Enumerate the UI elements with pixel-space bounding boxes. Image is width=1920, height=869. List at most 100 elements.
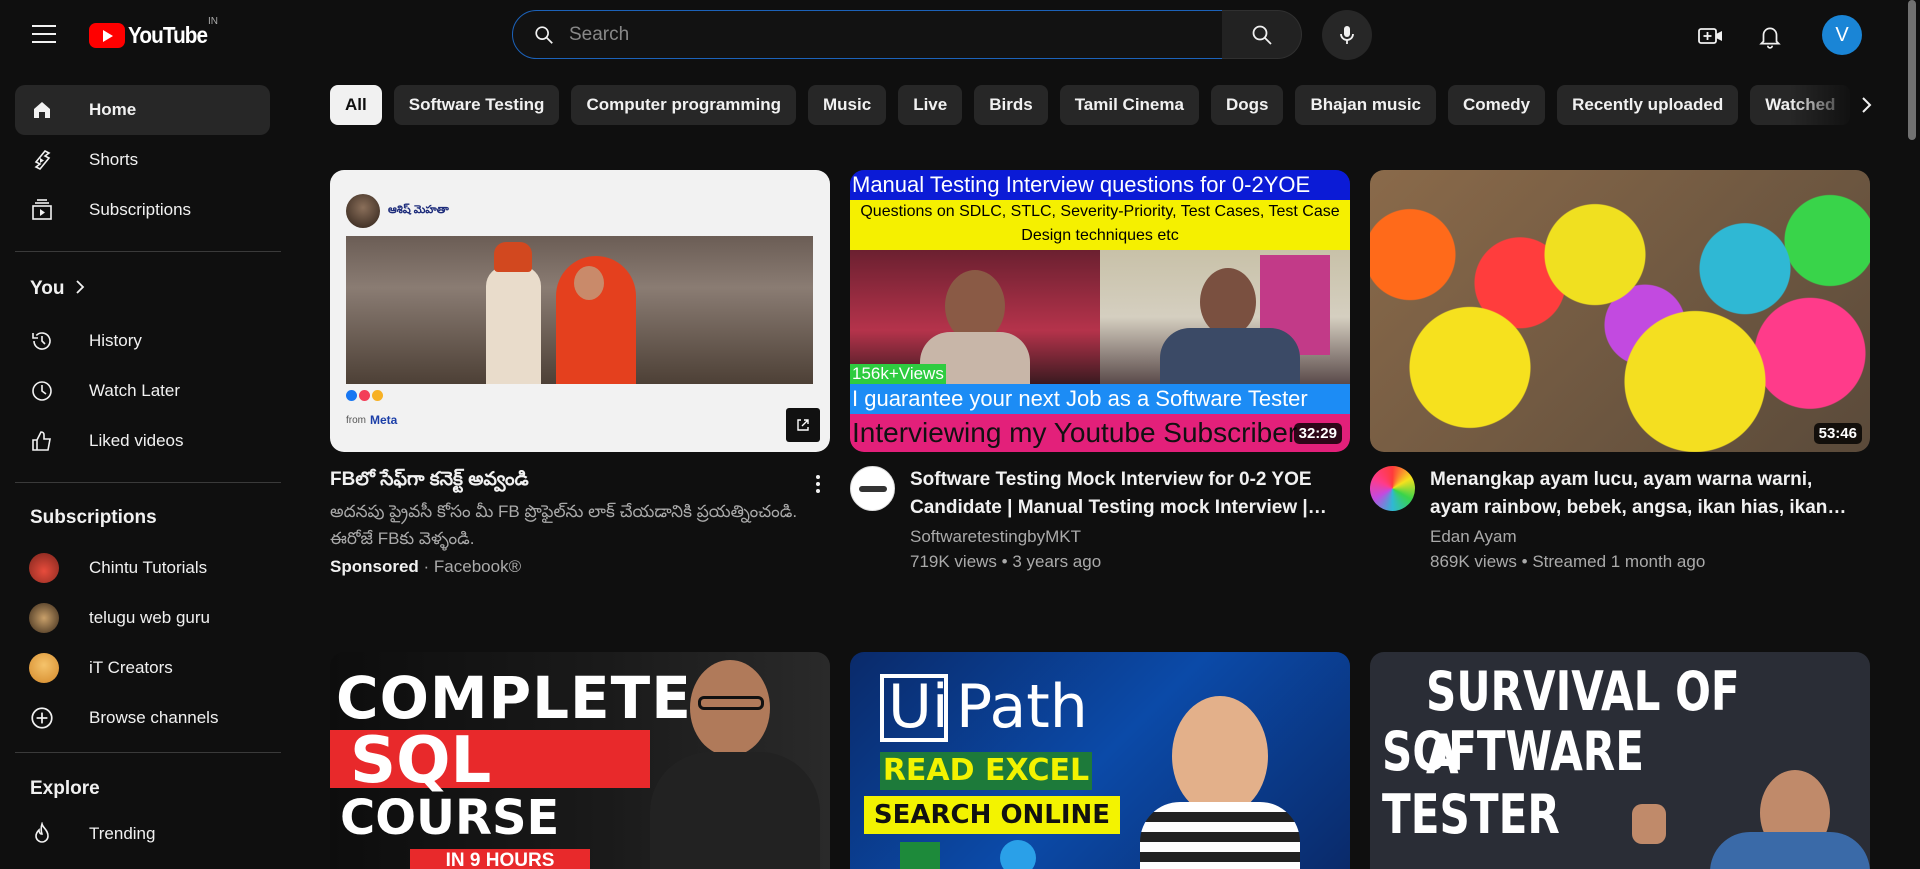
sponsored-label: Sponsored [330,557,419,576]
channel-avatar[interactable] [1370,466,1415,511]
sidebar-item-telugu-web-guru[interactable]: telugu web guru [15,593,270,643]
youtube-play-icon [89,23,125,48]
thumbs-up-icon [29,428,55,454]
video-thumbnail[interactable]: Ui Path READ EXCEL SEARCH ONLINE [850,652,1350,869]
sidebar-item-label: Browse channels [89,708,219,727]
thumbnail-text: Questions on SDLC, STLC, Severity-Priori… [850,200,1350,250]
chip-birds[interactable]: Birds [974,85,1048,125]
sidebar-item-watch-later[interactable]: Watch Later [15,366,270,416]
sidebar-item-liked-videos[interactable]: Liked videos [15,416,270,466]
ad-description: అదనపు ప్రైవసీ కోసం మీ FB ప్రొఫైల్‌ను లాక… [330,502,798,548]
microphone-icon [1340,26,1354,44]
channel-name[interactable]: SoftwaretestingbyMKT [910,524,1081,549]
thumbnail-person-right [1100,250,1350,388]
chip-recently-uploaded[interactable]: Recently uploaded [1557,85,1739,125]
open-external-button[interactable] [786,408,820,442]
video-title[interactable]: FBలో సేఫ్‌గా కనెక్ట్ అవ్వండి [330,466,790,494]
search-box [512,10,1223,59]
chip-bhajan-music[interactable]: Bhajan music [1295,85,1437,125]
thumbnail-text: SEARCH ONLINE [864,796,1120,834]
video-thumbnail[interactable]: 53:46 [1370,170,1870,452]
thumbnail-text: SQL [350,724,492,798]
account-avatar[interactable]: V [1822,15,1862,55]
thumbnail-text: SOFTWARE TESTER [1382,720,1645,846]
thumbnail-person [1172,696,1268,816]
subscriptions-icon [29,197,55,223]
chip-software-testing[interactable]: Software Testing [393,85,560,125]
reaction-icons [346,390,383,401]
divider [15,251,281,252]
ad-sponsor-line: Sponsored · Facebook® [330,557,522,576]
thumbnail-text: Manual Testing Interview questions for 0… [850,170,1350,200]
more-options-icon[interactable] [806,472,830,496]
video-card[interactable]: SURVIVAL OF A SOFTWARE TESTER [1370,652,1870,869]
channel-avatar [29,653,59,683]
sidebar-item-label: Subscriptions [89,200,192,219]
sidebar-item-trending[interactable]: Trending [15,809,270,859]
watch-later-icon [29,378,55,404]
thumbnail-text: IN 9 HOURS [410,849,590,869]
filter-chips-bar: All Software Testing Computer programming M… [330,85,1870,125]
add-circle-icon [29,705,55,731]
sidebar-item-label: Watch Later [89,381,181,400]
divider [15,482,281,483]
search-icon [535,25,553,44]
sidebar-item-home[interactable]: Home [15,85,270,135]
ad-thumbnail[interactable]: ఆశిష్ మెహతా from Meta [330,170,830,452]
chevron-right-icon [74,278,86,300]
sidebar-item-label: iT Creators [89,658,173,677]
video-card[interactable]: 53:46 Menangkap ayam lucu, ayam warna wa… [1370,170,1870,576]
chip-all[interactable]: All [330,85,382,125]
video-thumbnail[interactable]: SURVIVAL OF A SOFTWARE TESTER [1370,652,1870,869]
video-title[interactable]: Menangkap ayam lucu, ayam warna warni, a… [1430,466,1850,522]
chip-dogs[interactable]: Dogs [1210,85,1284,125]
sidebar-item-browse-channels[interactable]: Browse channels [15,693,270,743]
video-card[interactable]: Ui Path READ EXCEL SEARCH ONLINE [850,652,1350,869]
notifications-button[interactable] [1750,16,1790,56]
channel-avatar[interactable] [850,466,895,511]
bell-icon [1759,27,1781,49]
chip-comedy[interactable]: Comedy [1448,85,1546,125]
voice-search-button[interactable] [1322,10,1372,60]
chip-tamil-cinema[interactable]: Tamil Cinema [1059,85,1199,125]
video-card-ad[interactable]: ఆశిష్ మెహతా from Meta FBలో సేఫ్‌గా కనెక్… [330,170,830,576]
video-title[interactable]: Software Testing Mock Interview for 0-2 … [910,466,1330,522]
menu-icon[interactable] [26,18,66,50]
thumbnail-person-body [650,752,820,869]
youtube-logo[interactable]: YouTube IN [89,16,218,49]
advertiser-name[interactable]: Facebook® [434,557,521,576]
search-button[interactable] [1222,10,1302,59]
video-card[interactable]: Manual Testing Interview questions for 0… [850,170,1350,576]
sidebar-item-history[interactable]: History [15,316,270,366]
create-button[interactable] [1690,16,1730,56]
you-section-title[interactable]: You [30,278,86,300]
sidebar-item-label: Home [89,100,137,119]
video-thumbnail[interactable]: COMPLETE SQL COURSE IN 9 HOURS [330,652,830,869]
subscriptions-label: Subscriptions [30,507,157,528]
page-scrollbar[interactable] [1908,0,1916,140]
ad-page-avatar [346,194,380,228]
sidebar-item-it-creators[interactable]: iT Creators [15,643,270,693]
channel-name[interactable]: Edan Ayam [1430,524,1517,549]
chip-live[interactable]: Live [898,85,963,125]
thumbnail-text: READ EXCEL [880,752,1092,790]
sidebar-item-shorts[interactable]: Shorts [15,135,270,185]
video-thumbnail[interactable]: Manual Testing Interview questions for 0… [850,170,1350,452]
divider [15,752,281,753]
sidebar-item-chintu-tutorials[interactable]: Chintu Tutorials [15,543,270,593]
home-icon [29,97,55,123]
search-input[interactable] [569,23,1169,46]
sidebar-item-subscriptions[interactable]: Subscriptions [15,185,270,235]
video-info: Menangkap ayam lucu, ayam warna warni, a… [1370,466,1870,576]
chip-music[interactable]: Music [808,85,887,125]
chips-next-button[interactable] [1846,85,1886,125]
sidebar-item-label: Trending [89,824,156,843]
chip-computer-programming[interactable]: Computer programming [571,85,796,125]
chevron-right-icon [1862,97,1872,113]
sidebar-item-label: Shorts [89,150,139,169]
create-video-icon [1698,28,1722,44]
you-label: You [30,278,65,299]
video-info: Software Testing Mock Interview for 0-2 … [850,466,1350,576]
sidebar-item-label: Chintu Tutorials [89,558,208,577]
video-card[interactable]: COMPLETE SQL COURSE IN 9 HOURS [330,652,830,869]
